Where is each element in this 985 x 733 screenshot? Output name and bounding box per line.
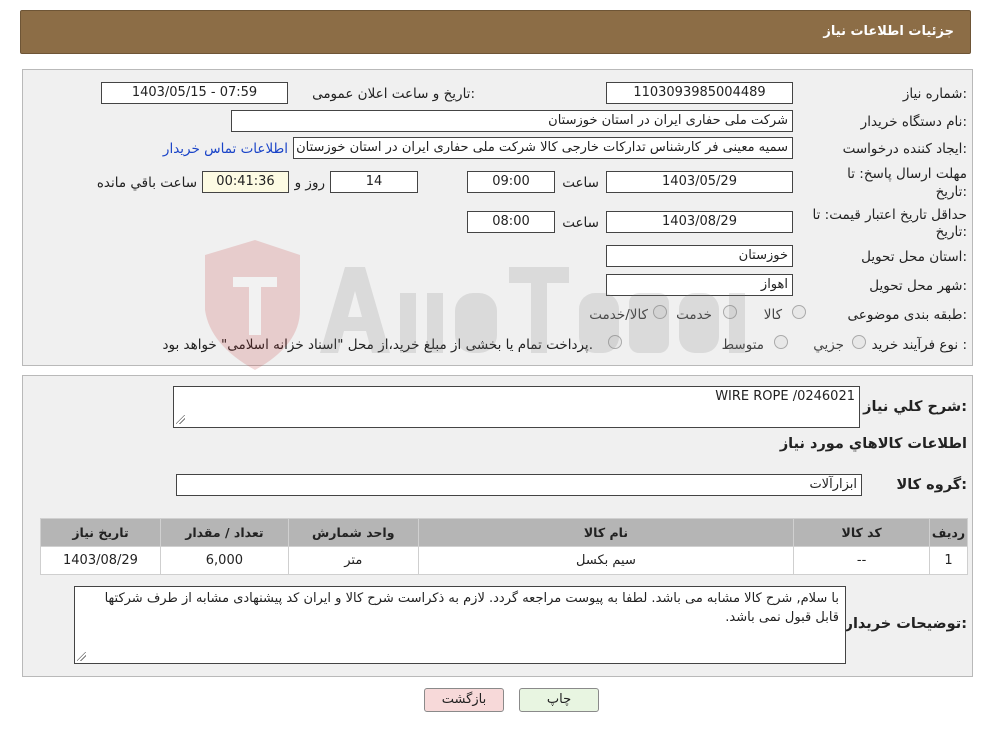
process-medium-label: متوسط	[721, 337, 764, 353]
header-item-name: نام کالا	[417, 518, 795, 547]
validity-label: حداقل تاریخ اعتبار قیمت: تا	[812, 207, 967, 223]
category-goods-service-label: کالا/خدمت	[589, 307, 648, 323]
announce-label: تاریخ و ساعت اعلان عمومی:	[312, 86, 475, 102]
cell-item-code: --	[793, 546, 931, 575]
category-label: طبقه بندی موضوعی:	[847, 307, 967, 323]
category-radio-service[interactable]	[723, 305, 737, 319]
buyer-field: شرکت ملی حفاری ایران در استان خوزستان	[231, 110, 793, 132]
print-button[interactable]: چاپ	[519, 688, 599, 712]
category-radio-goods-service[interactable]	[653, 305, 667, 319]
cell-unit: متر	[287, 546, 419, 575]
header-need-date: تاریخ نیاز	[40, 518, 161, 547]
group-label: گروه کالا:	[896, 477, 967, 493]
process-label: نوع فرآیند خرید :	[871, 337, 967, 353]
province-field: خوزستان	[606, 245, 793, 267]
remaining-time-field: 00:41:36	[202, 171, 289, 193]
goods-table-wrapper: رديف کد کالا نام کالا واحد شمارش تعداد /…	[40, 518, 968, 575]
province-label: استان محل تحویل:	[861, 249, 967, 265]
cell-quantity: 6,000	[159, 546, 289, 575]
buyer-contact-link[interactable]: اطلاعات تماس خریدار	[163, 141, 288, 157]
goods-section-title: اطلاعات کالاهاي مورد نياز	[779, 436, 967, 452]
creator-field: سمیه معینی فر کارشناس تدارکات خارجی کالا…	[293, 137, 793, 159]
header-row-number: رديف	[929, 518, 968, 547]
city-field: اهواز	[606, 274, 793, 296]
notes-text: با سلام, شرح کالا مشابه می باشد. لطفا به…	[104, 591, 839, 625]
deadline-time-field: 09:00	[467, 171, 555, 193]
validity-label-2: تاریخ:	[935, 224, 967, 240]
back-button[interactable]: بازگشت	[424, 688, 504, 712]
process-radio-minor[interactable]	[852, 335, 866, 349]
page-header: جزئیات اطلاعات نیاز	[20, 10, 971, 54]
announce-field: 1403/05/15 - 07:59	[101, 82, 288, 104]
table-row: 1 -- سیم بکسل متر 6,000 1403/08/29	[40, 546, 968, 575]
deadline-time-label: ساعت	[562, 175, 599, 191]
days-suffix: روز و	[294, 175, 325, 191]
deadline-label-2: تاریخ:	[935, 184, 967, 200]
process-radio-treasury[interactable]	[608, 335, 622, 349]
remaining-suffix: ساعت باقي مانده	[96, 175, 197, 191]
header-unit: واحد شمارش	[287, 518, 419, 547]
need-number-field: 1103093985004489	[606, 82, 793, 104]
validity-time-field: 08:00	[467, 211, 555, 233]
deadline-date-field: 1403/05/29	[606, 171, 793, 193]
validity-time-label: ساعت	[562, 215, 599, 231]
deadline-label: مهلت ارسال پاسخ: تا	[847, 166, 967, 182]
buyer-label: نام دستگاه خریدار:	[860, 114, 967, 130]
summary-field: WIRE ROPE /0246021	[173, 386, 860, 428]
days-field: 14	[330, 171, 418, 193]
cell-need-date: 1403/08/29	[40, 546, 161, 575]
header-quantity: تعداد / مقدار	[159, 518, 289, 547]
summary-resize-handle[interactable]	[176, 415, 185, 424]
group-field: ابزارآلات	[176, 474, 862, 496]
process-note: پرداخت تمام یا بخشی از مبلغ خرید،از محل …	[162, 337, 593, 353]
page-title: جزئیات اطلاعات نیاز	[823, 24, 954, 39]
category-service-label: خدمت	[676, 307, 712, 323]
notes-label: توضیحات خریدار:	[844, 616, 967, 632]
cell-item-name: سیم بکسل	[417, 546, 795, 575]
notes-resize-handle[interactable]	[77, 652, 86, 661]
summary-label: شرح کلي نياز:	[863, 399, 967, 415]
table-header-row: رديف کد کالا نام کالا واحد شمارش تعداد /…	[40, 518, 968, 547]
category-radio-goods[interactable]	[792, 305, 806, 319]
process-minor-label: جزیي	[813, 337, 844, 353]
city-label: شهر محل تحویل:	[869, 278, 967, 294]
need-number-label: شماره نیاز:	[902, 86, 967, 102]
header-item-code: کد کالا	[793, 518, 931, 547]
creator-label: ایجاد کننده درخواست:	[842, 141, 967, 157]
cell-row-number: 1	[929, 546, 968, 575]
process-radio-medium[interactable]	[774, 335, 788, 349]
category-goods-label: کالا	[763, 307, 782, 323]
notes-field: با سلام, شرح کالا مشابه می باشد. لطفا به…	[74, 586, 846, 664]
validity-date-field: 1403/08/29	[606, 211, 793, 233]
goods-table: رديف کد کالا نام کالا واحد شمارش تعداد /…	[40, 518, 968, 575]
